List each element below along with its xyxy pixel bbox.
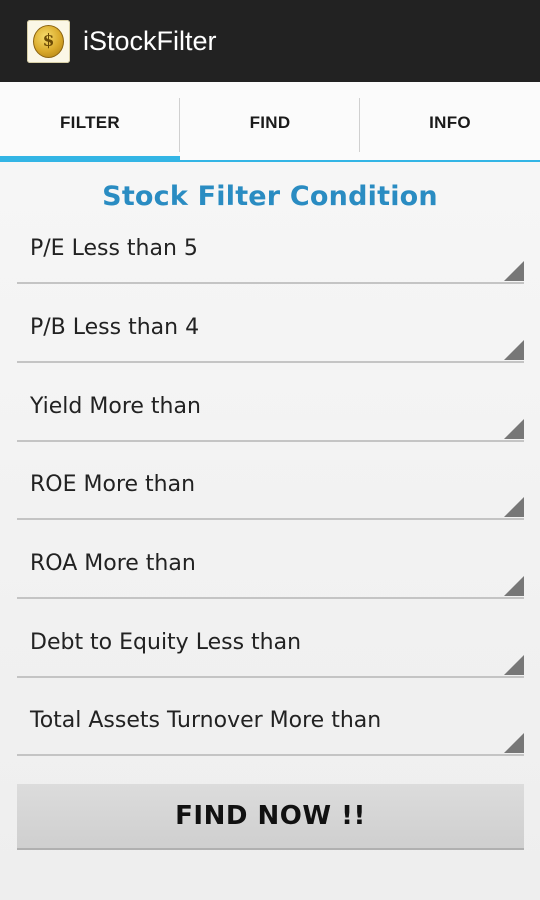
spinner-label: Debt to Equity Less than [30, 630, 302, 655]
dropdown-arrow-icon [504, 497, 524, 517]
section-title: Stock Filter Condition [102, 181, 438, 212]
spinner-label: P/B Less than 4 [30, 315, 200, 340]
filter-spinner-yield[interactable]: Yield More than [17, 392, 524, 442]
spinner-label: Yield More than [30, 394, 201, 419]
filter-spinner-roa[interactable]: ROA More than [17, 549, 524, 599]
spinner-underline [17, 676, 524, 678]
spinner-underline [17, 282, 524, 284]
tab-info-label: INFO [429, 113, 471, 132]
dropdown-arrow-icon [504, 261, 524, 281]
spinner-underline [17, 440, 524, 442]
spinner-underline [17, 754, 524, 756]
dropdown-arrow-icon [504, 655, 524, 675]
filter-spinner-pe[interactable]: P/E Less than 5 [17, 234, 524, 284]
tab-filter[interactable]: FILTER [0, 94, 180, 162]
filter-spinner-asset-turnover[interactable]: Total Assets Turnover More than [17, 706, 524, 756]
dropdown-arrow-icon [504, 340, 524, 360]
app-title: iStockFilter [83, 26, 217, 56]
filter-panel: Stock Filter Condition P/E Less than 5 P… [0, 162, 540, 900]
spinner-underline [17, 361, 524, 363]
spinner-label: ROA More than [30, 551, 196, 576]
filter-spinner-debt-equity[interactable]: Debt to Equity Less than [17, 628, 524, 678]
action-bar: $ iStockFilter [0, 0, 540, 82]
spinner-label: P/E Less than 5 [30, 236, 198, 261]
tab-find-label: FIND [249, 113, 291, 132]
spinner-label: Total Assets Turnover More than [30, 708, 382, 733]
filter-spinner-roe[interactable]: ROE More than [17, 470, 524, 520]
tab-filter-label: FILTER [59, 113, 121, 132]
find-now-label: FIND NOW !! [175, 801, 366, 831]
spinner-underline [17, 597, 524, 599]
spinner-label: ROE More than [30, 472, 196, 497]
coin-dollar-icon[interactable]: $ [27, 20, 70, 63]
find-now-button[interactable]: FIND NOW !! [17, 784, 524, 850]
dropdown-arrow-icon [504, 419, 524, 439]
dropdown-arrow-icon [504, 733, 524, 753]
spinner-underline [17, 518, 524, 520]
tab-bar: FILTER FIND INFO [0, 82, 540, 162]
filter-spinner-pb[interactable]: P/B Less than 4 [17, 313, 524, 363]
coin-graphic: $ [33, 25, 64, 58]
dropdown-arrow-icon [504, 576, 524, 596]
tab-find[interactable]: FIND [180, 94, 360, 162]
tab-info[interactable]: INFO [360, 94, 540, 162]
coin-glyph: $ [42, 31, 55, 51]
